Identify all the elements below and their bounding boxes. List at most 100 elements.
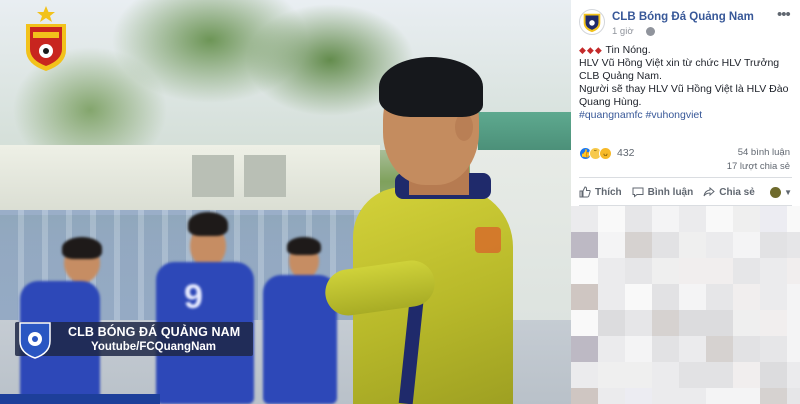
- bottom-strip: [0, 394, 160, 404]
- comment-icon: [632, 186, 644, 198]
- comment-button[interactable]: Bình luận: [632, 186, 694, 198]
- blurred-cell: [679, 336, 707, 364]
- blurred-cell: [679, 206, 707, 234]
- more-options-icon[interactable]: •••: [777, 6, 791, 23]
- blurred-comments-area: [571, 206, 800, 404]
- blurred-cell: [733, 258, 761, 286]
- like-label: Thích: [595, 186, 622, 198]
- blurred-cell: [652, 362, 680, 390]
- blurred-cell: [760, 206, 788, 234]
- blurred-cell: [598, 232, 626, 260]
- banner-title: CLB BÓNG ĐÁ QUẢNG NAM: [68, 325, 241, 339]
- blurred-cell: [787, 310, 800, 338]
- coach-figure: [322, 55, 525, 404]
- club-logo-icon: [583, 13, 601, 33]
- like-button[interactable]: Thích: [579, 186, 622, 198]
- blurred-cell: [733, 336, 761, 364]
- blurred-cell: [571, 206, 599, 234]
- blurred-cell: [625, 310, 653, 338]
- blurred-cell: [733, 388, 761, 404]
- blurred-cell: [598, 310, 626, 338]
- blurred-cell: [706, 232, 734, 260]
- blurred-cell: [706, 284, 734, 312]
- blurred-cell: [787, 258, 800, 286]
- shares-count-link[interactable]: 17 lượt chia sẻ: [727, 161, 790, 172]
- post-actions: Thích Bình luận Chia sẻ ▼: [579, 181, 792, 203]
- stadium-window: [192, 155, 234, 197]
- blurred-cell: [571, 336, 599, 364]
- share-label: Chia sẻ: [719, 186, 755, 198]
- share-icon: [703, 186, 715, 198]
- blurred-cell: [679, 232, 707, 260]
- blurred-cell: [760, 232, 788, 260]
- stadium-window: [244, 155, 286, 197]
- blurred-cell: [598, 362, 626, 390]
- banner-shield-icon: [19, 322, 51, 359]
- blurred-cell: [733, 310, 761, 338]
- blurred-cell: [733, 284, 761, 312]
- blurred-cell: [760, 310, 788, 338]
- thumbs-up-icon: [579, 186, 591, 198]
- blurred-cell: [679, 388, 707, 404]
- blurred-cell: [706, 258, 734, 286]
- blurred-cell: [706, 362, 734, 390]
- blurred-cell: [787, 206, 800, 234]
- post-line: HLV Vũ Hồng Việt xin từ chức HLV Trưởng …: [579, 57, 780, 82]
- blurred-cell: [652, 310, 680, 338]
- blurred-cell: [652, 258, 680, 286]
- blurred-cell: [625, 232, 653, 260]
- blurred-cell: [625, 388, 653, 404]
- comments-count-link[interactable]: 54 bình luận: [738, 147, 790, 158]
- blurred-cell: [652, 284, 680, 312]
- blurred-cell: [571, 232, 599, 260]
- blurred-cell: [760, 362, 788, 390]
- blurred-cell: [598, 336, 626, 364]
- blurred-cell: [598, 284, 626, 312]
- post-panel: CLB Bóng Đá Quảng Nam 1 giờ ••• ◆◆◆ Tin …: [571, 0, 800, 404]
- page-avatar[interactable]: [579, 9, 605, 35]
- share-button[interactable]: Chia sẻ: [703, 186, 755, 198]
- blurred-cell: [679, 284, 707, 312]
- comment-label: Bình luận: [647, 186, 694, 198]
- blurred-cell: [679, 362, 707, 390]
- blurred-cell: [652, 206, 680, 234]
- blurred-cell: [706, 310, 734, 338]
- post-message: ◆◆◆ Tin Nóng. HLV Vũ Hồng Việt xin từ ch…: [579, 44, 795, 122]
- blurred-cell: [571, 310, 599, 338]
- blurred-cell: [652, 336, 680, 364]
- hashtag-links[interactable]: #quangnamfc #vuhongviet: [579, 109, 795, 122]
- caret-down-icon: ▼: [784, 187, 792, 197]
- post-timestamp[interactable]: 1 giờ: [612, 26, 634, 37]
- blurred-cell: [571, 284, 599, 312]
- post-line: ◆◆◆ Tin Nóng.: [579, 44, 651, 56]
- user-avatar: [770, 186, 782, 198]
- blurred-cell: [625, 362, 653, 390]
- haha-icon: ᴗ: [599, 146, 612, 160]
- post-as-selector[interactable]: ▼: [770, 186, 792, 198]
- page-name-link[interactable]: CLB Bóng Đá Quảng Nam: [612, 11, 754, 23]
- blurred-cell: [679, 258, 707, 286]
- blurred-cell: [652, 388, 680, 404]
- post-photo[interactable]: 9 CLB BÓNG ĐÁ QUẢNG NAM Youtube/FCQuangN…: [0, 0, 571, 404]
- blurred-cell: [625, 284, 653, 312]
- reactions-summary[interactable]: 👍 ˘ ᴗ 432: [579, 146, 635, 160]
- blurred-cell: [625, 258, 653, 286]
- blurred-cell: [787, 362, 800, 390]
- globe-icon: [646, 27, 655, 36]
- blurred-cell: [787, 388, 800, 404]
- blurred-cell: [679, 310, 707, 338]
- blurred-cell: [787, 232, 800, 260]
- blurred-cell: [598, 258, 626, 286]
- blurred-cell: [652, 232, 680, 260]
- blurred-cell: [706, 388, 734, 404]
- blurred-cell: [706, 206, 734, 234]
- blurred-cell: [625, 206, 653, 234]
- blurred-cell: [598, 388, 626, 404]
- blurred-cell: [625, 336, 653, 364]
- banner-subtitle: Youtube/FCQuangNam: [91, 341, 217, 353]
- blurred-cell: [787, 284, 800, 312]
- blurred-cell: [733, 232, 761, 260]
- blurred-cell: [571, 388, 599, 404]
- post-line: Người sẽ thay HLV Vũ Hồng Việt là HLV Đà…: [579, 83, 789, 108]
- blurred-cell: [733, 206, 761, 234]
